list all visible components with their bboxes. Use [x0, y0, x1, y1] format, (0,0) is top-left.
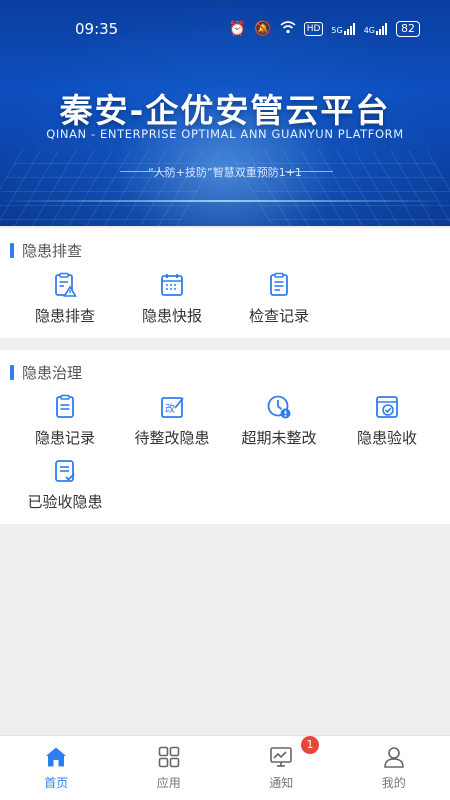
tab-label: 通知: [269, 776, 294, 790]
user-icon: [383, 747, 404, 768]
section-title-label: 隐患治理: [22, 364, 83, 382]
tile-label: 隐患验收: [356, 429, 417, 447]
checklist-record-icon: [270, 272, 288, 296]
slogan-line-right: [285, 171, 333, 172]
signal-4g-label: 4G: [363, 26, 375, 35]
signal-5g-label: 5G: [331, 26, 343, 35]
home-icon: [46, 747, 67, 767]
tab-mine[interactable]: 我的: [338, 736, 450, 800]
tile-accepted-hazards[interactable]: 已验收隐患: [15, 458, 115, 512]
app-title: 秦安-企优安管云平台: [59, 91, 391, 130]
banner-grid-right: [228, 150, 450, 226]
header-banner: 09:35 ⏰ 🔕 HD 5G 4G 82 秦安-企优安管云平台 QINAN -…: [0, 0, 450, 226]
mute-icon: 🔕: [254, 21, 272, 37]
acceptance-check-icon: [376, 396, 398, 418]
tile-label: 已验收隐患: [27, 493, 103, 511]
clipboard-record-icon: [56, 394, 74, 418]
hd-icon: HD: [303, 22, 324, 36]
tile-label: 检查记录: [248, 307, 309, 325]
section-hazard-governance: 隐患治理 隐患记录 改 待整改隐患 超期未整改 隐患验收 已验收隐患: [0, 350, 450, 524]
battery-icon: 82: [396, 21, 420, 37]
tile-label: 超期未整改: [241, 429, 317, 447]
monitor-chart-icon: [270, 747, 293, 767]
tile-hazard-acceptance[interactable]: 隐患验收: [337, 394, 437, 448]
tile-overdue-unrectified[interactable]: 超期未整改: [229, 394, 329, 448]
tile-pending-rectification[interactable]: 改 待整改隐患: [122, 394, 222, 448]
section-title: 隐患排查: [10, 240, 82, 261]
edit-box-icon: 改: [161, 397, 184, 418]
tab-apps[interactable]: 应用: [113, 736, 226, 800]
tab-label: 首页: [44, 776, 69, 790]
document-check-icon: [55, 460, 75, 482]
tile-hazard-inspection[interactable]: 隐患排查: [15, 272, 115, 326]
tab-notifications[interactable]: 通知: [225, 736, 338, 800]
section-accent-bar: [10, 365, 14, 380]
tile-label: 隐患排查: [34, 307, 95, 325]
signal-5g-icon: 5G: [331, 23, 355, 35]
tab-home[interactable]: 首页: [0, 736, 113, 800]
section-accent-bar: [10, 243, 14, 258]
calendar-report-icon: [161, 274, 183, 296]
apps-grid-icon: [158, 746, 180, 768]
status-bar: 09:35 ⏰ 🔕 HD 5G 4G 82: [0, 0, 450, 58]
svg-text:改: 改: [165, 402, 175, 415]
bottom-tab-bar: 首页 应用 通知 我的: [0, 735, 450, 800]
app-slogan: “人防+技防”智慧双重预防1+1: [148, 166, 302, 179]
signal-4g-icon: 4G: [364, 23, 388, 35]
section-hazard-inspection: 隐患排查 隐患排查 隐患快报 检查记录: [0, 228, 450, 338]
banner-grid-left: [0, 150, 222, 226]
section-title: 隐患治理: [10, 362, 82, 383]
status-icons: ⏰ 🔕 HD 5G 4G 82: [229, 20, 420, 38]
tile-label: 隐患记录: [34, 429, 95, 447]
alarm-icon: ⏰: [228, 21, 247, 37]
tile-label: 隐患快报: [141, 307, 202, 325]
wifi-icon: [280, 20, 296, 38]
tile-inspection-record[interactable]: 检查记录: [229, 272, 329, 326]
tab-label: 应用: [156, 776, 181, 790]
app-subtitle: QINAN - ENTERPRISE OPTIMAL ANN GUANYUN P…: [46, 127, 404, 141]
tile-hazard-record[interactable]: 隐患记录: [15, 394, 115, 448]
tile-label: 待整改隐患: [134, 429, 210, 447]
clipboard-warning-icon: [55, 272, 77, 297]
section-title-label: 隐患排查: [22, 242, 83, 260]
status-time: 09:35: [75, 20, 119, 38]
tile-hazard-report[interactable]: 隐患快报: [122, 272, 222, 326]
notification-badge: 1: [301, 736, 319, 754]
banner-glow-line: [0, 200, 450, 202]
tab-label: 我的: [381, 776, 406, 790]
clock-alert-icon: [267, 395, 291, 419]
